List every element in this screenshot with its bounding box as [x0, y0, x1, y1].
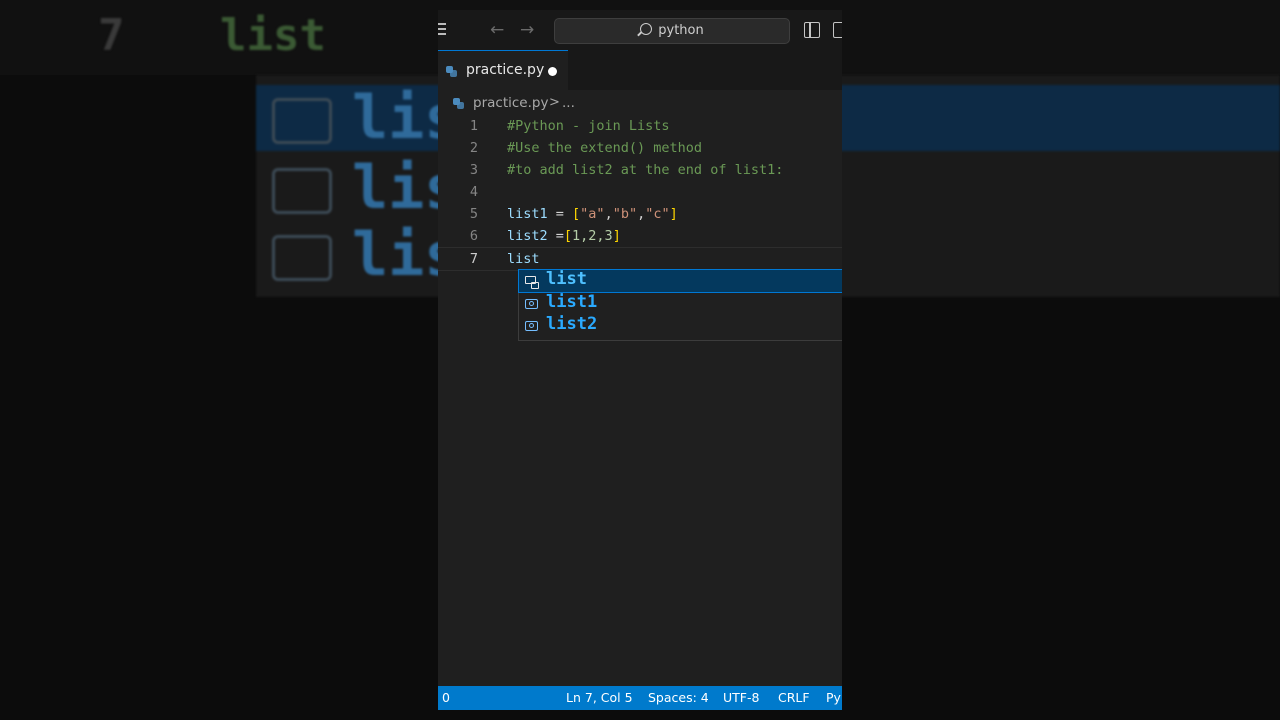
- language-mode[interactable]: Py: [826, 686, 841, 710]
- title-bar: ← → python: [438, 10, 842, 50]
- code-text: #Use the extend() method: [507, 140, 703, 156]
- line-number: 1: [469, 118, 478, 134]
- token-identifier: list2: [507, 228, 548, 244]
- token-bracket: ]: [669, 206, 678, 222]
- line-number: 7: [469, 251, 478, 267]
- search-text: python: [658, 23, 704, 38]
- bg-suggestion-row: lis: [272, 220, 460, 290]
- suggestion-item[interactable]: list2: [519, 314, 842, 337]
- token-string: "b": [612, 206, 638, 222]
- code-line-current: 7 list: [438, 247, 842, 271]
- indentation[interactable]: Spaces: 4: [648, 686, 709, 710]
- bg-variable-icon: [272, 235, 332, 282]
- back-arrow-icon[interactable]: ←: [490, 20, 504, 40]
- token-operator: =: [547, 228, 564, 244]
- python-file-icon: [453, 98, 464, 109]
- breadcrumb-more[interactable]: ...: [562, 95, 575, 111]
- line-ending[interactable]: CRLF: [778, 686, 810, 710]
- line-number: 3: [469, 162, 478, 178]
- chevron-right-icon: >: [549, 95, 560, 110]
- code-text: #Python - join Lists: [507, 118, 670, 134]
- code-line: 4: [438, 181, 842, 203]
- token-bracket: ]: [612, 228, 621, 244]
- suggestion-label: list: [546, 269, 587, 289]
- class-icon: [525, 276, 539, 289]
- bg-suggestion-row: lis: [272, 153, 460, 223]
- variable-icon: [525, 299, 538, 309]
- toggle-sidebar-icon[interactable]: [804, 22, 820, 38]
- bg-class-icon: [272, 98, 332, 145]
- code-text: #to add list2 at the end of list1:: [507, 162, 784, 178]
- code-text: list1 = ["a","b","c"]: [507, 203, 678, 225]
- suggestion-item[interactable]: list: [518, 269, 842, 293]
- search-icon: [640, 23, 653, 35]
- token-operator: =: [547, 206, 573, 222]
- token-comma: ,: [637, 206, 646, 222]
- line-number: 6: [469, 228, 478, 244]
- suggestion-label: list2: [546, 314, 598, 334]
- token-bracket: [: [563, 228, 573, 244]
- token-comma: ,: [604, 206, 613, 222]
- code-line: 3 #to add list2 at the end of list1:: [438, 159, 842, 181]
- unsaved-dot-icon[interactable]: [548, 67, 557, 76]
- line-number: 5: [469, 206, 478, 222]
- menu-icon[interactable]: [438, 20, 446, 38]
- command-center-search[interactable]: python: [554, 18, 790, 44]
- token-string: "a": [580, 206, 605, 222]
- vscode-window: ← → python practice.py practice.py > ...…: [438, 10, 842, 710]
- encoding[interactable]: UTF-8: [723, 686, 759, 710]
- code-line: 6 list2 =[1,2,3]: [438, 225, 842, 247]
- token-identifier: list1: [507, 206, 548, 222]
- code-line: 2 #Use the extend() method: [438, 137, 842, 159]
- code-line: 1 #Python - join Lists: [438, 115, 842, 137]
- breadcrumb-file[interactable]: practice.py: [473, 95, 548, 111]
- forward-arrow-icon[interactable]: →: [520, 20, 534, 40]
- line-number: 4: [469, 184, 478, 200]
- token-numbers: 1,2,3: [572, 228, 613, 244]
- suggestion-widget: list list1 list2: [518, 269, 842, 341]
- bg-code-word: list: [220, 10, 326, 61]
- suggestion-item[interactable]: list1: [519, 292, 842, 315]
- code-text: list: [507, 251, 540, 267]
- breadcrumb: practice.py > ...: [438, 90, 842, 118]
- code-text: list2 =[1,2,3]: [507, 225, 621, 247]
- cursor-position[interactable]: Ln 7, Col 5: [566, 686, 633, 710]
- status-bar: 0 Ln 7, Col 5 Spaces: 4 UTF-8 CRLF Py: [438, 686, 842, 710]
- token-bracket: [: [572, 206, 581, 222]
- suggestion-label: list1: [546, 292, 598, 312]
- token-string: "c": [645, 206, 670, 222]
- tab-practice-py[interactable]: practice.py: [438, 50, 568, 91]
- bg-line-number: 7: [98, 10, 125, 61]
- python-file-icon: [446, 66, 457, 77]
- tab-bar: practice.py: [438, 50, 842, 91]
- line-number: 2: [469, 140, 478, 156]
- tab-label: practice.py: [466, 62, 545, 78]
- problems-count[interactable]: 0: [442, 686, 450, 710]
- code-line: 5 list1 = ["a","b","c"]: [438, 203, 842, 225]
- variable-icon: [525, 321, 538, 331]
- bg-variable-icon: [272, 168, 332, 215]
- toggle-panel-icon[interactable]: [833, 22, 842, 38]
